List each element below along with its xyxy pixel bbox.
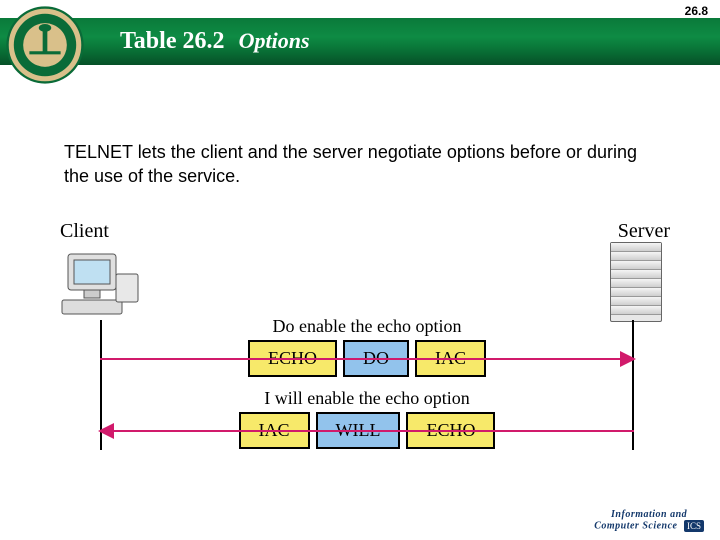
server-label: Server <box>618 220 670 243</box>
slide-title: Table 26.2 Options <box>120 28 310 55</box>
request-label: Do enable the echo option <box>100 316 634 337</box>
response-label: I will enable the echo option <box>100 388 634 409</box>
arrow-line <box>100 358 634 360</box>
footer-line1: Information and <box>611 509 687 520</box>
arrow-line <box>100 430 634 432</box>
university-seal-icon <box>6 6 84 84</box>
footer-department-logo: Information and Computer Science ICS <box>594 509 704 532</box>
negotiation-diagram: Client Server Do enable the echo option … <box>40 220 680 460</box>
client-label: Client <box>60 220 109 243</box>
response-arrow-row: I will enable the echo option IAC WILL E… <box>100 392 634 452</box>
body-paragraph: TELNET lets the client and the server ne… <box>64 140 660 189</box>
server-rack-icon <box>610 242 662 322</box>
page-number: 26.8 <box>685 4 708 18</box>
arrow-head-left-icon <box>98 423 114 439</box>
footer-badge-icon: ICS <box>684 520 704 532</box>
header-bar <box>0 18 720 68</box>
title-subtitle: Options <box>239 28 310 53</box>
table-reference: Table 26.2 <box>120 28 224 54</box>
footer-line2: Computer Science <box>594 520 677 531</box>
arrow-head-right-icon <box>620 351 636 367</box>
request-arrow-row: Do enable the echo option ECHO DO IAC <box>100 320 634 380</box>
client-pc-icon <box>60 250 140 320</box>
